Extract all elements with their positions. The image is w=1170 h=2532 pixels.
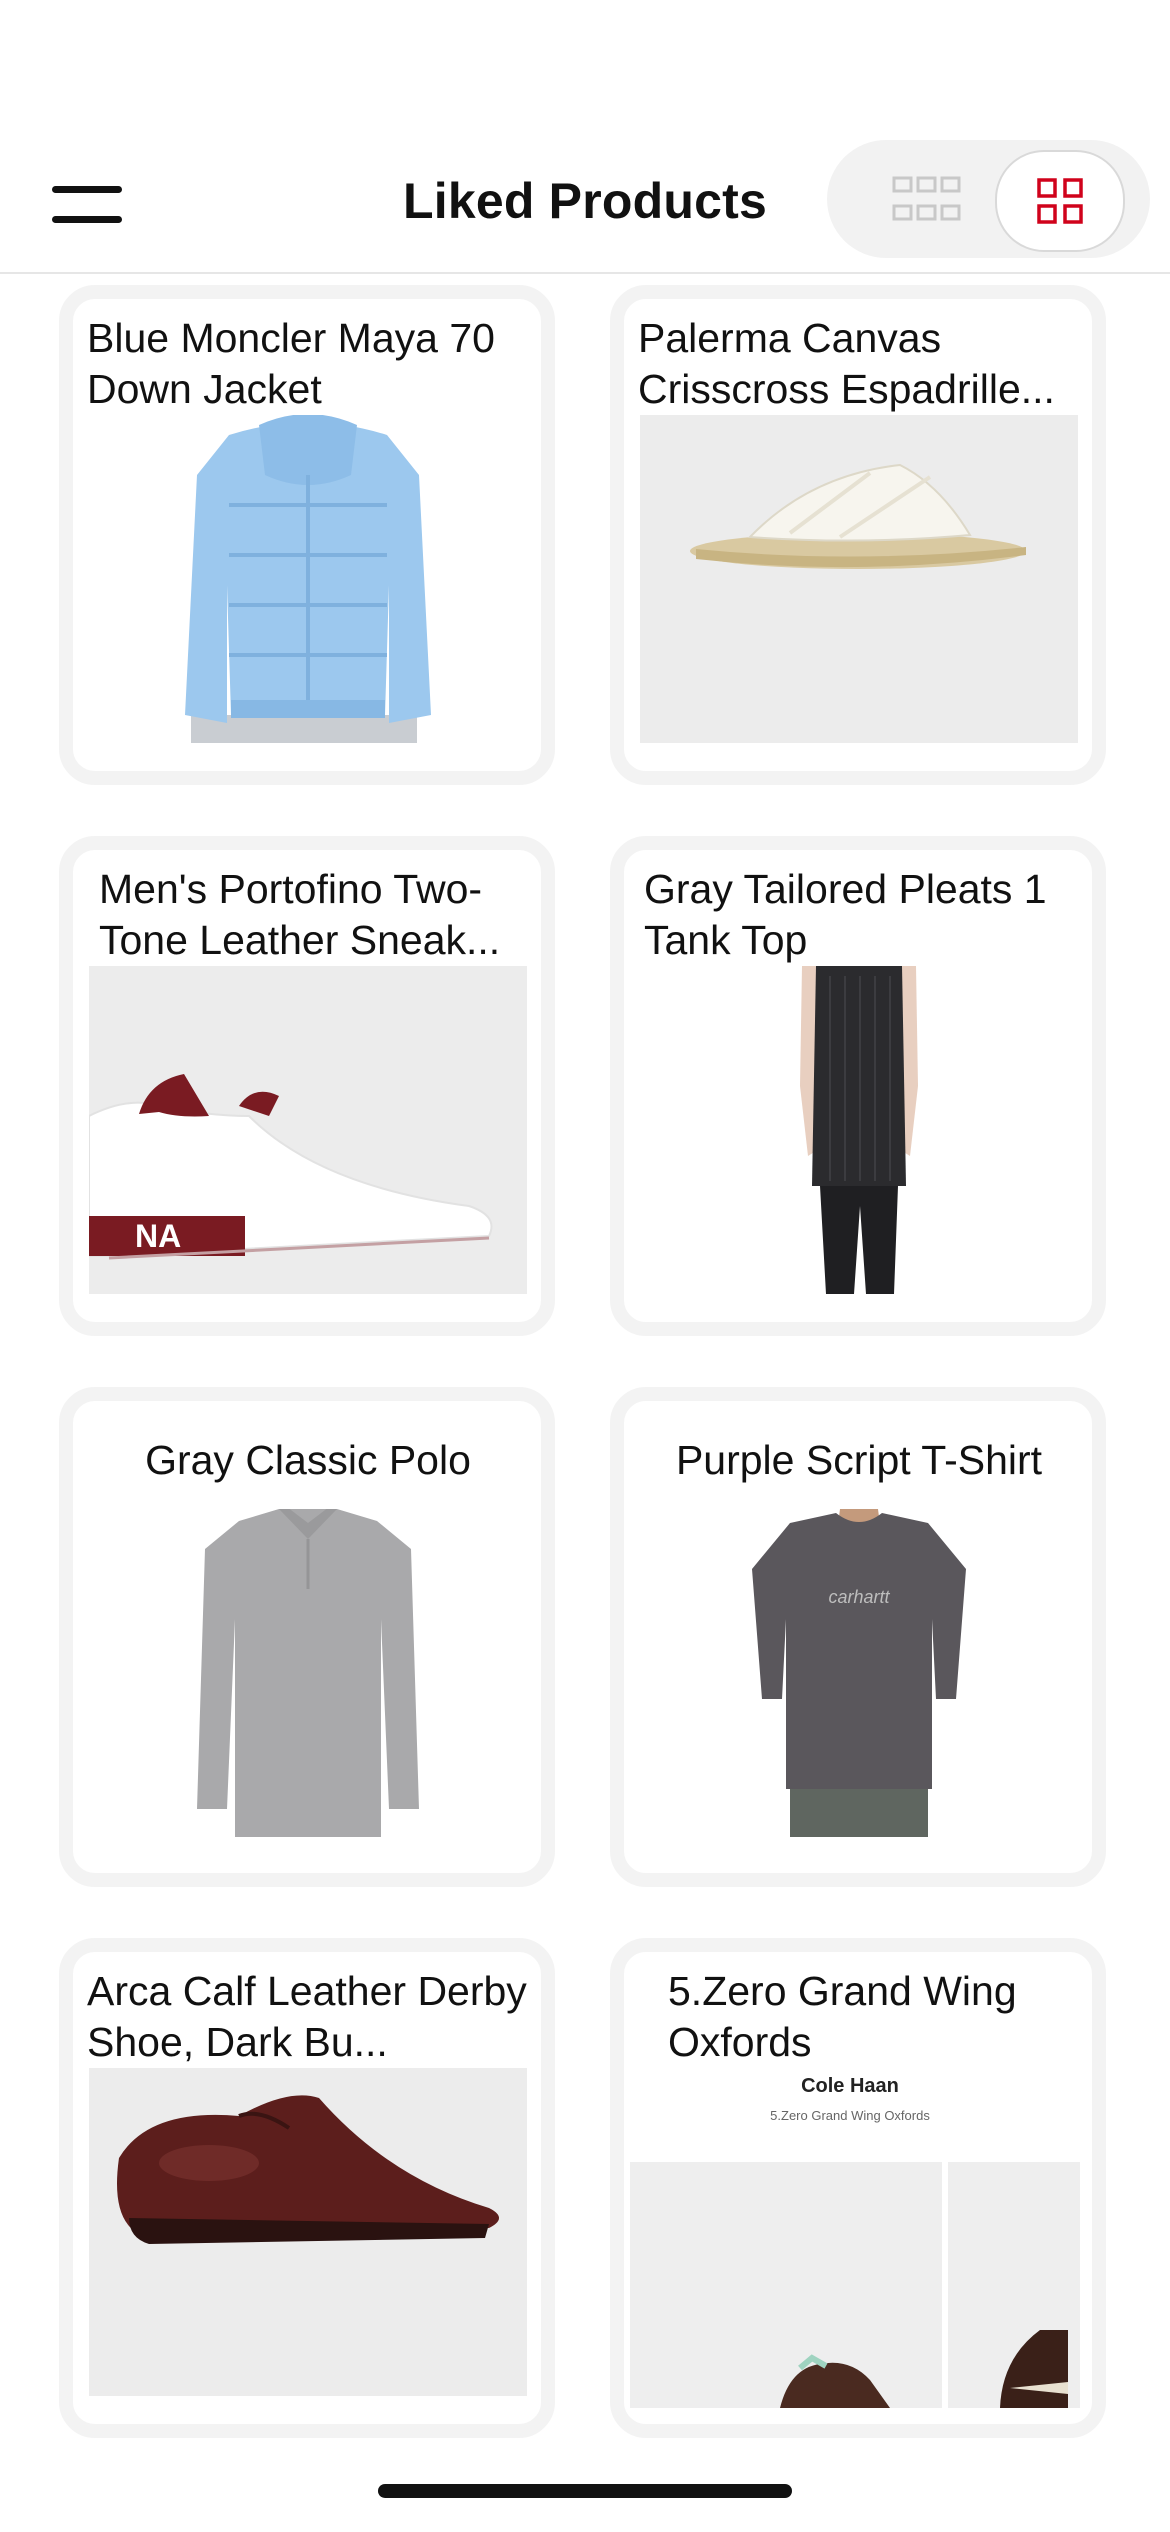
product-image: carhartt [640, 1509, 1078, 1837]
view-toggle [827, 140, 1150, 258]
white-burgundy-sneaker-image: NA [89, 1074, 493, 1260]
product-image [89, 415, 527, 743]
product-image [89, 2068, 527, 2396]
product-image [89, 1509, 527, 1837]
product-card[interactable]: Palerma Canvas Crisscross Espadrille... [610, 285, 1106, 785]
blue-puffer-jacket-image [185, 415, 431, 743]
brand-text: Cole Haan [801, 2075, 899, 2097]
hamburger-menu-icon[interactable] [52, 180, 122, 228]
product-title: Blue Moncler Maya 70 Down Jacket [87, 315, 495, 412]
list-view-button[interactable] [857, 158, 997, 240]
product-card[interactable]: 5.Zero Grand Wing Oxfords Cole Haan 5.Ze… [610, 1938, 1106, 2438]
burgundy-derby-shoe-image [117, 2095, 499, 2244]
grid-view-button[interactable] [995, 150, 1125, 252]
product-title: Gray Classic Polo [145, 1437, 471, 1483]
product-card[interactable]: Gray Classic Polo [59, 1387, 555, 1887]
product-title: Arca Calf Leather Derby Shoe, Dark Bu... [87, 1968, 527, 2065]
sneaker-logo-text: NA [135, 1218, 181, 1254]
page-title: Liked Products [403, 173, 767, 229]
product-card[interactable]: Purple Script T-Shirt carhartt [610, 1387, 1106, 1887]
product-card[interactable]: Blue Moncler Maya 70 Down Jacket [59, 285, 555, 785]
oxford-shoe-collage-image: Cole Haan 5.Zero Grand Wing Oxfords [630, 2068, 1080, 2408]
product-title: Gray Tailored Pleats 1 Tank Top [644, 866, 1047, 963]
product-image [640, 966, 1078, 1294]
product-image [640, 415, 1078, 743]
product-card[interactable]: Gray Tailored Pleats 1 Tank Top [610, 836, 1106, 1336]
tshirt-print-text: carhartt [828, 1587, 890, 1607]
collage-caption-text: 5.Zero Grand Wing Oxfords [770, 2108, 930, 2123]
product-title: Purple Script T-Shirt [675, 1437, 1043, 1483]
grid-view-icon [1037, 178, 1083, 224]
product-image: NA [89, 966, 527, 1294]
product-title: 5.Zero Grand Wing Oxfords [668, 1968, 1017, 2065]
white-espadrille-sandal-image [690, 463, 1026, 569]
black-pleated-tank-top-image [800, 966, 918, 1294]
home-indicator [378, 2484, 792, 2498]
top-nav-bar: Liked Products [0, 0, 1170, 274]
product-title: Palerma Canvas Crisscross Espadrille... [638, 315, 1055, 412]
product-image: Cole Haan 5.Zero Grand Wing Oxfords [630, 2068, 1080, 2408]
product-card[interactable]: Arca Calf Leather Derby Shoe, Dark Bu... [59, 1938, 555, 2438]
purple-script-tshirt-image: carhartt [752, 1509, 966, 1837]
gray-long-sleeve-polo-image [197, 1509, 419, 1837]
product-card[interactable]: Men's Portofino Two-Tone Leather Sneak..… [59, 836, 555, 1336]
list-view-icon [892, 176, 961, 221]
product-title: Men's Portofino Two-Tone Leather Sneak..… [99, 866, 501, 963]
